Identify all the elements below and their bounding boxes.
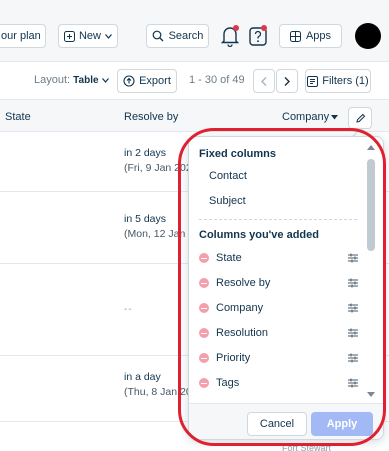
notifications-button[interactable] [220, 25, 240, 48]
remove-circle-icon[interactable] [199, 353, 209, 363]
notification-dot [233, 25, 239, 31]
column-label: Resolution [216, 327, 268, 339]
export-icon [123, 75, 135, 87]
drag-handle-icon[interactable] [347, 378, 359, 388]
search-label: Search [168, 30, 204, 42]
added-columns-title: Columns you've added [199, 229, 319, 241]
avatar[interactable] [355, 23, 381, 49]
chevron-right-icon [284, 76, 290, 86]
section-divider [199, 219, 357, 220]
drag-handle-icon[interactable] [347, 353, 359, 363]
remove-circle-icon[interactable] [199, 303, 209, 313]
search-icon [152, 30, 164, 42]
help-notification-dot [261, 25, 267, 31]
column-label: Resolve by [216, 277, 271, 289]
scroll-up-arrow[interactable] [367, 145, 375, 150]
previous-page-button[interactable] [253, 69, 275, 93]
filter-icon [307, 75, 319, 87]
new-button[interactable]: New [58, 24, 118, 48]
resolve-by-cell: -- [124, 304, 133, 315]
remove-circle-icon[interactable] [199, 253, 209, 263]
remove-circle-icon[interactable] [199, 278, 209, 288]
apps-icon [289, 30, 301, 42]
resolve-by-cell: in 5 days (Mon, 12 Jan 2 [124, 212, 194, 242]
resolve-date: (Thu, 8 Jan 20 [124, 386, 192, 398]
fixed-column-contact: Contact [209, 170, 247, 182]
column-picker-popover: Fixed columns Contact Subject Columns yo… [188, 136, 384, 440]
export-label: Export [139, 75, 171, 87]
drag-handle-icon[interactable] [347, 278, 359, 288]
column-label: State [216, 252, 242, 264]
upgrade-plan-button[interactable]: our plan [0, 24, 46, 48]
column-label: Tags [216, 377, 240, 389]
chevron-down-icon [101, 78, 109, 83]
next-page-button[interactable] [276, 69, 298, 93]
company-cell-partial: Fort Stewart [282, 443, 332, 451]
column-header-resolve-by[interactable]: Resolve by [124, 111, 178, 123]
added-column-resolve-by[interactable]: Resolve by [199, 272, 359, 294]
column-label: Company [216, 302, 264, 314]
plus-square-icon [63, 30, 75, 42]
remove-circle-icon[interactable] [199, 328, 209, 338]
filters-button[interactable]: Filters (1) [305, 69, 371, 93]
scroll-down-arrow[interactable] [367, 392, 375, 397]
layout-selector[interactable]: Layout: Table [34, 74, 109, 86]
popover-footer: Cancel Apply [189, 403, 383, 439]
plan-label: our plan [1, 30, 41, 42]
column-label: Priority [216, 352, 251, 364]
added-column-state[interactable]: State [199, 247, 359, 269]
remove-circle-icon[interactable] [199, 378, 209, 388]
new-label: New [78, 30, 101, 42]
added-column-resolution[interactable]: Resolution [199, 322, 359, 344]
resolve-date: (Fri, 9 Jan 2026 [124, 162, 198, 174]
chevron-down-icon [105, 33, 112, 39]
layout-label: Layout: [34, 74, 71, 86]
fixed-column-subject: Subject [209, 195, 246, 207]
added-column-company[interactable]: Company [199, 297, 359, 319]
apps-button[interactable]: Apps [279, 24, 342, 48]
top-bar: our plan New Search Apps [0, 0, 389, 62]
resolve-relative: in 5 days [124, 213, 167, 225]
fixed-columns-title: Fixed columns [199, 148, 277, 160]
table-header: State Resolve by Company [0, 100, 389, 132]
search-button[interactable]: Search [146, 24, 209, 48]
resolve-by-cell: in a day (Thu, 8 Jan 20 [124, 370, 192, 400]
sort-down-icon [331, 115, 339, 120]
added-column-priority[interactable]: Priority [199, 347, 359, 369]
export-button[interactable]: Export [117, 69, 177, 93]
column-header-state[interactable]: State [5, 111, 31, 123]
scrollbar-thumb[interactable] [367, 159, 375, 251]
resolve-relative: in a day [124, 371, 161, 383]
drag-handle-icon[interactable] [347, 328, 359, 338]
resolve-date: (Mon, 12 Jan 2 [124, 228, 195, 240]
filters-label: Filters (1) [322, 75, 369, 87]
help-button[interactable] [248, 25, 268, 47]
apps-label: Apps [305, 30, 332, 42]
drag-handle-icon[interactable] [347, 253, 359, 263]
list-toolbar: Layout: Table Export 1 - 30 of 49 Filter… [0, 62, 389, 100]
resolve-relative: in 2 days [124, 147, 167, 159]
pagination-text: 1 - 30 of 49 [189, 74, 245, 86]
resolve-by-cell: in 2 days (Fri, 9 Jan 2026 [124, 146, 198, 176]
layout-value: Table [73, 75, 99, 86]
edit-columns-button[interactable] [348, 107, 372, 129]
added-column-tags[interactable]: Tags [199, 372, 359, 394]
cancel-button[interactable]: Cancel [247, 412, 307, 436]
apply-button[interactable]: Apply [311, 412, 373, 436]
pencil-icon [355, 113, 365, 123]
drag-handle-icon[interactable] [347, 303, 359, 313]
chevron-left-icon [261, 76, 267, 86]
company-header-label: Company [282, 111, 330, 123]
column-header-company[interactable]: Company [282, 111, 339, 123]
